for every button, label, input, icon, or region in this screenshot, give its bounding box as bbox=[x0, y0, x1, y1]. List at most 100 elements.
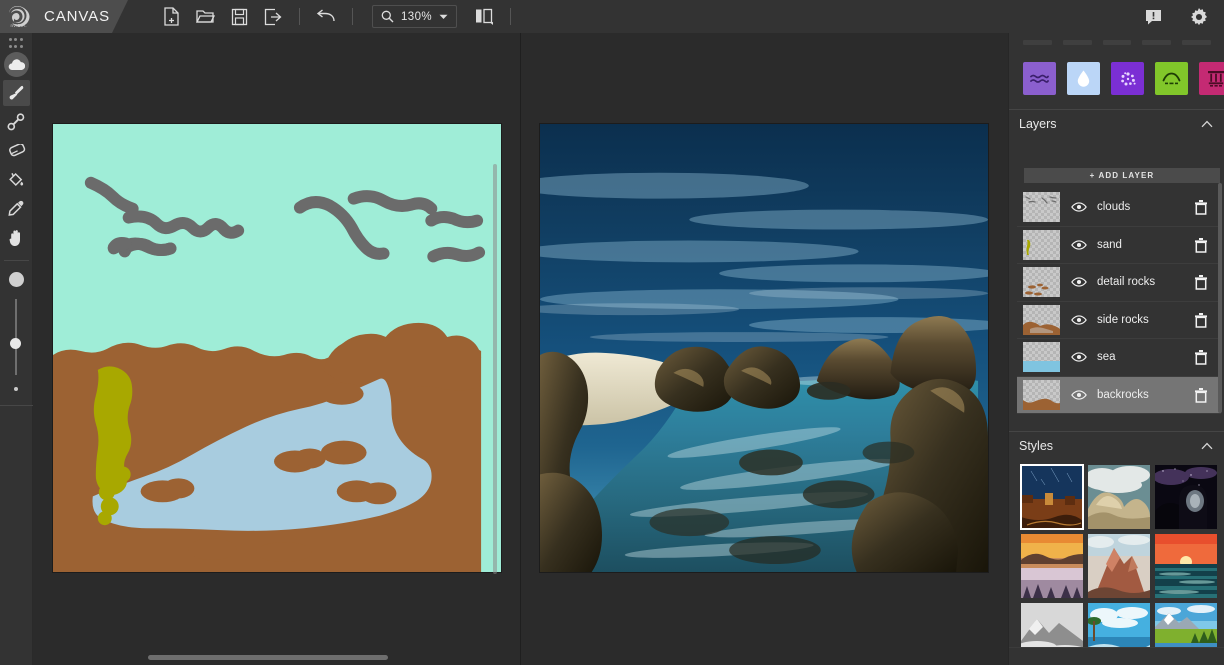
trash-delete-icon[interactable] bbox=[1194, 349, 1208, 365]
tool-line[interactable] bbox=[3, 109, 30, 135]
table-row[interactable]: side rocks bbox=[1017, 302, 1221, 339]
layer-name: sand bbox=[1097, 238, 1122, 251]
new-document-button[interactable] bbox=[154, 0, 188, 33]
chevron-up-icon[interactable] bbox=[1201, 442, 1213, 450]
gear-icon bbox=[1190, 7, 1208, 25]
style-golden-fog[interactable] bbox=[1021, 534, 1083, 598]
canvas-vertical-scrollbar[interactable] bbox=[493, 164, 497, 574]
ruins-icon bbox=[1207, 71, 1224, 87]
layers-section-header[interactable]: Layers bbox=[1009, 109, 1224, 137]
material-snow[interactable] bbox=[1111, 62, 1144, 95]
style-preview-red-mountain bbox=[1088, 534, 1150, 598]
layer-name: side rocks bbox=[1097, 313, 1149, 326]
tool-pan[interactable] bbox=[3, 225, 30, 251]
segmentation-artwork bbox=[53, 124, 501, 572]
style-ocean-sunset[interactable] bbox=[1155, 534, 1217, 598]
tool-material[interactable] bbox=[3, 52, 29, 77]
eye-visibility-icon[interactable] bbox=[1071, 351, 1087, 363]
table-row[interactable]: sea bbox=[1017, 339, 1221, 377]
table-row[interactable]: clouds bbox=[1017, 189, 1221, 227]
brush-size-slider[interactable] bbox=[10, 299, 21, 375]
eye-visibility-icon[interactable] bbox=[1071, 389, 1087, 401]
style-preview-golden-fog bbox=[1021, 534, 1083, 598]
eye-visibility-icon[interactable] bbox=[1071, 314, 1087, 326]
table-row[interactable]: sand bbox=[1017, 227, 1221, 264]
add-layer-button[interactable]: + ADD LAYER bbox=[1024, 168, 1220, 183]
feedback-button[interactable] bbox=[1136, 0, 1170, 33]
style-preview-desert-night bbox=[1021, 465, 1083, 529]
thumb-art-side-rocks bbox=[1023, 321, 1060, 335]
split-view-icon bbox=[475, 8, 493, 25]
hand-pan-icon bbox=[9, 230, 20, 246]
drag-dots-icon[interactable] bbox=[9, 38, 23, 49]
nvidia-canvas-app: nVIDIA. CANVAS 130% Layers + ADD LAYER c… bbox=[0, 0, 1224, 665]
render-canvas[interactable] bbox=[539, 123, 989, 573]
zoom-control[interactable]: 130% bbox=[372, 5, 458, 28]
layer-thumbnail-detail-rocks bbox=[1023, 267, 1060, 298]
feedback-icon bbox=[1145, 9, 1161, 24]
table-row[interactable]: detail rocks bbox=[1017, 264, 1221, 302]
brand-tab: nVIDIA. CANVAS bbox=[0, 0, 128, 33]
styles-section-header[interactable]: Styles bbox=[1009, 431, 1224, 459]
thumb-art-sea bbox=[1023, 361, 1060, 373]
brand-name: CANVAS bbox=[44, 8, 110, 25]
undo-button[interactable] bbox=[309, 0, 343, 33]
left-toolbar bbox=[0, 33, 33, 665]
trash-delete-icon[interactable] bbox=[1194, 387, 1208, 403]
paint-bucket-icon bbox=[9, 172, 24, 187]
svg-text:nVIDIA.: nVIDIA. bbox=[11, 23, 27, 28]
open-document-button[interactable] bbox=[188, 0, 222, 33]
trash-delete-icon[interactable] bbox=[1194, 274, 1208, 290]
slider-track bbox=[15, 299, 17, 375]
tool-eraser[interactable] bbox=[3, 138, 30, 164]
tool-eyedropper[interactable] bbox=[3, 196, 30, 222]
save-document-button[interactable] bbox=[222, 0, 256, 33]
material-sea[interactable] bbox=[1023, 62, 1056, 95]
eye-visibility-icon[interactable] bbox=[1071, 276, 1087, 288]
trash-delete-icon[interactable] bbox=[1194, 237, 1208, 253]
trash-delete-icon[interactable] bbox=[1194, 199, 1208, 215]
save-disk-icon bbox=[231, 8, 247, 25]
layer-list: clouds sand detail rocks side rocks sea … bbox=[1017, 189, 1224, 414]
render-pane[interactable] bbox=[521, 33, 1224, 665]
zoom-level-value: 130% bbox=[401, 10, 433, 23]
settings-button[interactable] bbox=[1182, 0, 1216, 33]
style-night-cave[interactable] bbox=[1155, 465, 1217, 529]
style-rocky-peak[interactable] bbox=[1088, 465, 1150, 529]
toolbar-divider-bottom bbox=[0, 405, 33, 406]
material-ruins[interactable] bbox=[1199, 62, 1224, 95]
segmentation-pane[interactable] bbox=[33, 33, 520, 665]
layer-thumbnail-sand bbox=[1023, 229, 1060, 260]
layer-thumbnail-clouds bbox=[1023, 192, 1060, 223]
style-red-mountain[interactable] bbox=[1088, 534, 1150, 598]
style-desert-night[interactable] bbox=[1020, 464, 1084, 530]
sparkles-icon bbox=[1120, 71, 1136, 85]
layer-thumbnail-side-rocks bbox=[1023, 304, 1060, 335]
line-tool-icon bbox=[7, 113, 25, 131]
export-arrow-icon bbox=[264, 8, 282, 25]
undo-arrow-icon bbox=[316, 9, 335, 22]
cloud-material-icon bbox=[8, 58, 25, 70]
styles-grid bbox=[1020, 464, 1217, 665]
layer-name: detail rocks bbox=[1097, 276, 1156, 289]
segmentation-canvas[interactable] bbox=[52, 123, 502, 574]
segmentation-horizontal-scrollbar[interactable] bbox=[148, 655, 388, 660]
table-row[interactable]: backrocks bbox=[1017, 376, 1221, 414]
tool-fill[interactable] bbox=[3, 167, 30, 193]
eye-visibility-icon[interactable] bbox=[1071, 239, 1087, 251]
trash-delete-icon[interactable] bbox=[1194, 312, 1208, 328]
export-document-button[interactable] bbox=[256, 0, 290, 33]
chevron-up-icon[interactable] bbox=[1201, 120, 1213, 128]
material-water[interactable] bbox=[1067, 62, 1100, 95]
slider-knob[interactable] bbox=[10, 338, 21, 349]
layers-panel-scrollbar[interactable] bbox=[1218, 183, 1222, 413]
tool-paintbrush[interactable] bbox=[2, 80, 30, 106]
split-view-button[interactable] bbox=[467, 0, 501, 33]
material-bush[interactable] bbox=[1155, 62, 1188, 95]
thumb-art-detail-rocks bbox=[1025, 283, 1049, 296]
chevron-down-icon[interactable] bbox=[439, 14, 448, 20]
thumb-art-backrocks bbox=[1023, 398, 1060, 410]
style-preview-night-cave bbox=[1155, 465, 1217, 529]
canvas-workspace bbox=[33, 33, 1224, 665]
eye-visibility-icon[interactable] bbox=[1071, 201, 1087, 213]
